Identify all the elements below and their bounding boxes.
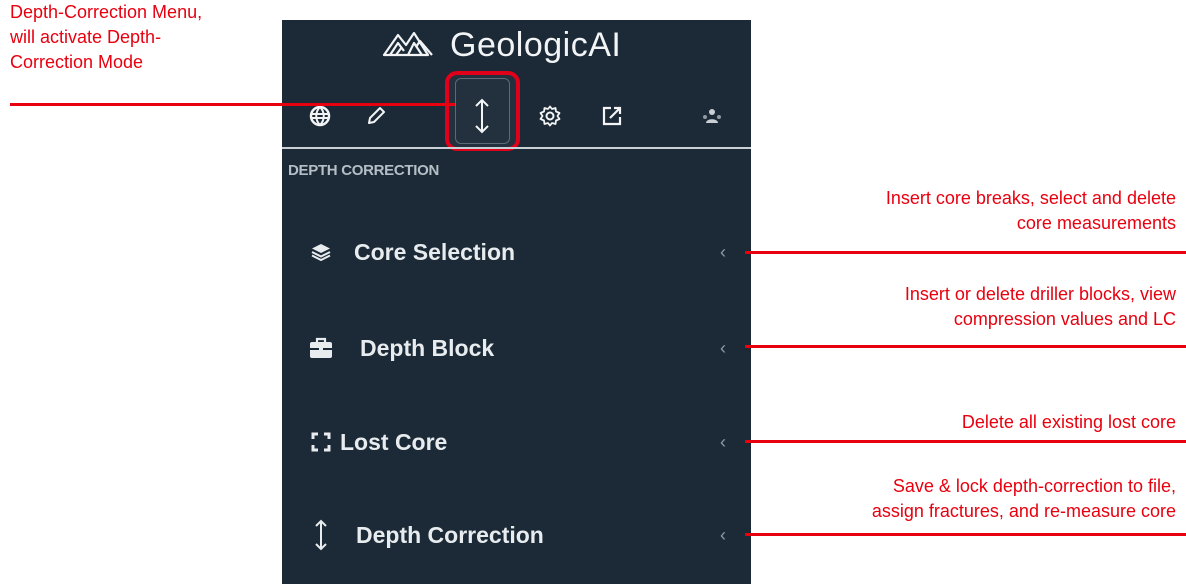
annotation-line: Insert core breaks, select and delete: [885, 188, 1176, 208]
callout-line-menu: [10, 103, 455, 106]
annotation-line: Insert or delete driller blocks, view: [904, 284, 1176, 304]
menu-item-lost-core[interactable]: Lost Core ‹: [282, 414, 751, 470]
callout-line-depth-block: [745, 345, 1186, 348]
annotation-line: Save & lock depth-correction to file,: [892, 476, 1176, 496]
annotation-line: Delete all existing lost core: [961, 412, 1176, 432]
chevron-left-icon: ‹: [720, 241, 726, 262]
annotation-line: will activate Depth-: [10, 27, 162, 47]
toolbar-divider: [282, 147, 751, 149]
callout-line-depth-correction: [745, 533, 1186, 536]
brand-name: GeologicAI: [450, 25, 622, 64]
annotation-line: Depth-Correction Menu,: [10, 2, 203, 22]
menu-item-depth-correction[interactable]: Depth Correction ‹: [282, 507, 751, 563]
chevron-left-icon: ‹: [720, 431, 726, 452]
chevron-left-icon: ‹: [720, 524, 726, 545]
chevron-left-icon: ‹: [720, 337, 726, 358]
menu-item-label: Depth Correction: [356, 521, 544, 548]
menu-item-depth-block[interactable]: Depth Block ‹: [282, 320, 751, 376]
user-group-icon[interactable]: [692, 96, 732, 136]
annotation-depth-correction-menu: Depth-Correction Menu, will activate Dep…: [10, 0, 202, 75]
callout-line-lost-core: [745, 440, 1186, 443]
layers-icon: [308, 239, 334, 265]
app-logo[interactable]: GeologicAI: [382, 22, 621, 68]
settings-icon[interactable]: [530, 96, 570, 136]
annotation-depth-block: Insert or delete driller blocks, view co…: [905, 282, 1176, 332]
external-link-icon[interactable]: [592, 96, 632, 136]
section-title: DEPTH CORRECTION: [288, 162, 440, 179]
callout-line-core-selection: [745, 251, 1186, 254]
menu-item-core-selection[interactable]: Core Selection ‹: [282, 224, 751, 280]
geologicai-logo-icon: [382, 25, 440, 66]
depth-correction-icon[interactable]: [462, 96, 502, 136]
annotation-depth-correction: Save & lock depth-correction to file, as…: [872, 474, 1176, 524]
annotation-lost-core: Delete all existing lost core: [962, 410, 1176, 435]
annotation-core-selection: Insert core breaks, select and delete co…: [886, 186, 1176, 236]
annotation-line: Correction Mode: [10, 52, 144, 72]
annotation-line: compression values and LC: [953, 309, 1176, 329]
globe-icon[interactable]: [300, 96, 340, 136]
menu-item-label: Core Selection: [354, 238, 516, 265]
frame-corners-icon: [308, 429, 334, 455]
vertical-arrows-icon: [308, 519, 334, 551]
annotation-line: assign fractures, and re-measure core: [871, 501, 1176, 521]
menu-item-label: Depth Block: [360, 334, 495, 361]
menu-item-label: Lost Core: [340, 428, 448, 455]
toolbox-icon: [308, 335, 334, 361]
annotation-line: core measurements: [1016, 213, 1176, 233]
pencil-icon[interactable]: [356, 96, 396, 136]
